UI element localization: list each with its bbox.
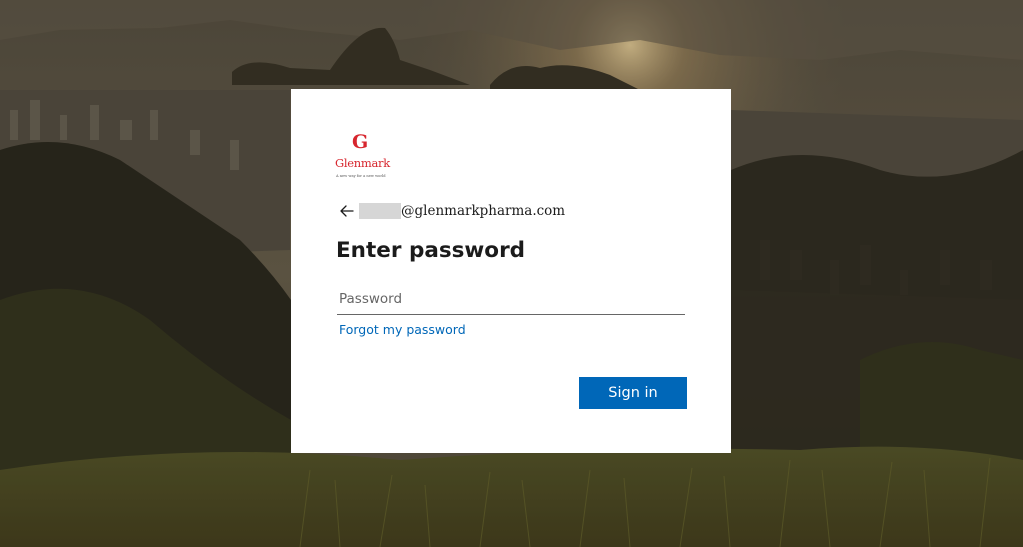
logo-mark: G (352, 131, 369, 153)
logo-tagline: A new way for a new world (336, 174, 386, 178)
page-title: Enter password (336, 238, 526, 263)
arrow-left-icon (340, 205, 354, 217)
password-input[interactable] (337, 284, 685, 315)
company-logo: G Glenmark A new way for a new world (335, 131, 390, 183)
identity-banner: @glenmarkpharma.com (339, 201, 565, 221)
forgot-password-link[interactable]: Forgot my password (339, 321, 466, 339)
logo-wordmark: Glenmark (335, 156, 390, 170)
signin-card: G Glenmark A new way for a new world @gl… (291, 89, 731, 453)
back-button[interactable] (339, 203, 355, 219)
email-domain: @glenmarkpharma.com (401, 203, 566, 219)
redacted-username (359, 203, 401, 219)
signin-button[interactable]: Sign in (579, 377, 687, 409)
